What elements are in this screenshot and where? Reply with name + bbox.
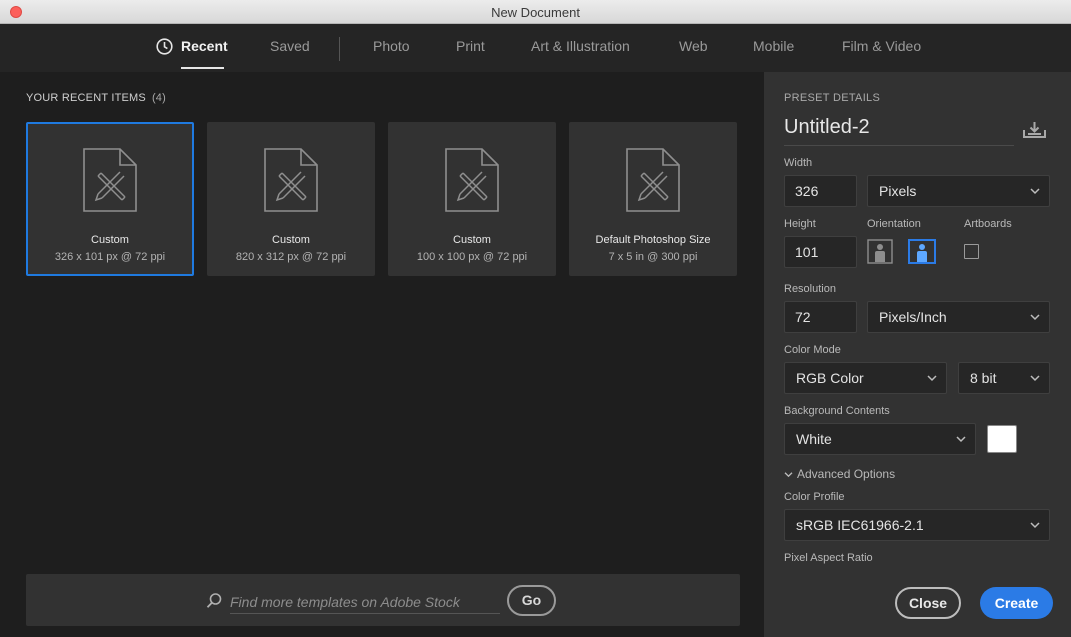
document-icon [626, 148, 680, 212]
go-button[interactable]: Go [507, 585, 556, 616]
window-title: New Document [491, 5, 580, 20]
chevron-down-icon [784, 472, 793, 478]
background-color-swatch[interactable] [987, 425, 1017, 453]
clock-icon [156, 38, 173, 55]
preset-details-title: PRESET DETAILS [784, 92, 881, 104]
color-mode-select[interactable]: RGB Color [784, 362, 947, 394]
recent-item-name: Default Photoshop Size [595, 234, 711, 246]
artboards-label: Artboards [964, 218, 1012, 230]
recent-item-name: Custom [272, 234, 310, 246]
background-contents-label: Background Contents [784, 405, 890, 417]
recent-item-card[interactable]: Custom 100 x 100 px @ 72 ppi [388, 122, 556, 276]
orientation-label: Orientation [867, 218, 921, 230]
bit-depth-value: 8 bit [970, 370, 997, 386]
recent-item-name: Custom [91, 234, 129, 246]
recent-item-card[interactable]: Custom 326 x 101 px @ 72 ppi [26, 122, 194, 276]
recent-item-name: Custom [453, 234, 491, 246]
advanced-options-label: Advanced Options [797, 467, 896, 481]
recent-item-dimensions: 820 x 312 px @ 72 ppi [235, 251, 347, 263]
color-mode-value: RGB Color [796, 370, 864, 386]
artboards-checkbox[interactable] [964, 244, 979, 259]
advanced-options-toggle[interactable]: Advanced Options [784, 467, 895, 481]
chevron-down-icon [927, 375, 937, 382]
width-unit-select[interactable]: Pixels [867, 175, 1050, 207]
document-name-field[interactable]: Untitled-2 [784, 116, 1014, 146]
chevron-down-icon [1030, 314, 1040, 321]
recent-items-heading: YOUR RECENT ITEMS (4) [26, 92, 166, 104]
chevron-down-icon [956, 436, 966, 443]
color-profile-value: sRGB IEC61966-2.1 [796, 517, 924, 533]
background-contents-value: White [796, 431, 832, 447]
close-window-button[interactable] [10, 6, 22, 18]
chevron-down-icon [1030, 522, 1040, 529]
recent-item-card[interactable]: Default Photoshop Size 7 x 5 in @ 300 pp… [569, 122, 737, 276]
tab-separator [339, 37, 340, 61]
color-mode-label: Color Mode [784, 344, 841, 356]
width-label: Width [784, 157, 813, 169]
pixel-aspect-ratio-label: Pixel Aspect Ratio [784, 552, 873, 564]
tab-saved[interactable]: Saved [270, 38, 310, 54]
resolution-input[interactable]: 72 [784, 301, 857, 333]
resolution-label: Resolution [784, 283, 836, 295]
background-contents-select[interactable]: White [784, 423, 976, 455]
portrait-orientation-icon[interactable] [867, 239, 893, 264]
landscape-orientation-icon[interactable] [908, 239, 936, 264]
tab-mobile[interactable]: Mobile [753, 38, 794, 54]
recent-item-dimensions: 326 x 101 px @ 72 ppi [54, 251, 166, 263]
tab-print[interactable]: Print [456, 38, 485, 54]
window-title-bar: New Document [0, 0, 1071, 24]
tab-photo[interactable]: Photo [373, 38, 410, 54]
document-icon [445, 148, 499, 212]
search-icon [206, 593, 222, 608]
document-icon [264, 148, 318, 212]
active-tab-indicator [181, 67, 224, 69]
recent-item-card[interactable]: Custom 820 x 312 px @ 72 ppi [207, 122, 375, 276]
width-unit-value: Pixels [879, 183, 917, 199]
recent-item-dimensions: 7 x 5 in @ 300 ppi [608, 251, 698, 263]
close-button[interactable]: Close [895, 587, 961, 619]
color-profile-select[interactable]: sRGB IEC61966-2.1 [784, 509, 1050, 541]
tab-web[interactable]: Web [679, 38, 708, 54]
width-input[interactable]: 326 [784, 175, 857, 207]
create-button[interactable]: Create [980, 587, 1053, 619]
chevron-down-icon [1030, 375, 1040, 382]
tab-art-illustration[interactable]: Art & Illustration [531, 38, 630, 54]
resolution-unit-value: Pixels/Inch [879, 309, 947, 325]
color-profile-label: Color Profile [784, 491, 845, 503]
recent-count: (4) [151, 92, 166, 104]
recent-item-dimensions: 100 x 100 px @ 72 ppi [416, 251, 528, 263]
height-label: Height [784, 218, 816, 230]
resolution-unit-select[interactable]: Pixels/Inch [867, 301, 1050, 333]
bit-depth-select[interactable]: 8 bit [958, 362, 1050, 394]
chevron-down-icon [1030, 188, 1040, 195]
stock-search-input[interactable] [230, 590, 500, 614]
height-input[interactable]: 101 [784, 236, 857, 268]
recent-heading-text: YOUR RECENT ITEMS [26, 92, 146, 104]
tab-recent[interactable]: Recent [181, 38, 228, 54]
tab-film-video[interactable]: Film & Video [842, 38, 921, 54]
document-icon [83, 148, 137, 212]
save-preset-icon[interactable] [1023, 121, 1047, 139]
